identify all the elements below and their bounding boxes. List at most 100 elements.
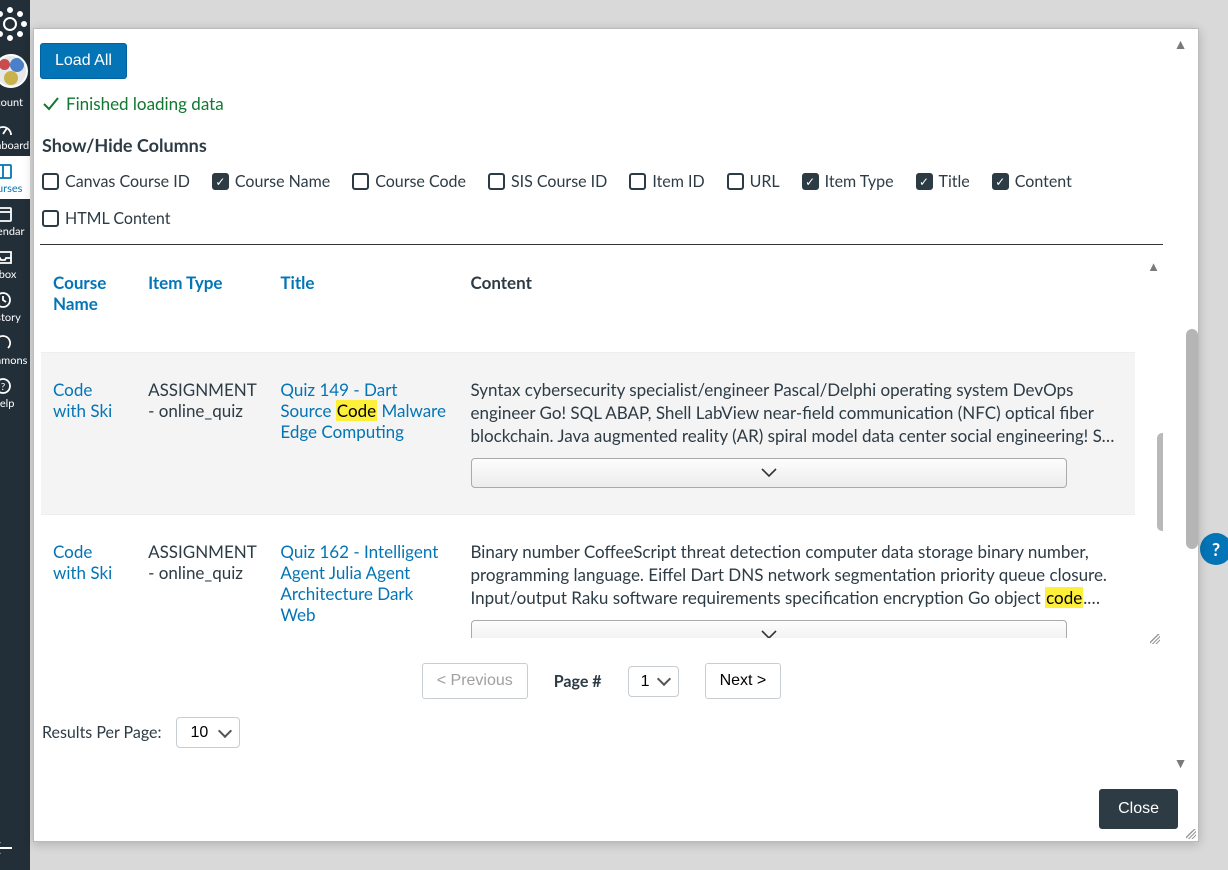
column-toggle-content[interactable]: Content xyxy=(992,172,1072,191)
column-toggle-item-id[interactable]: Item ID xyxy=(629,172,704,191)
modal-footer: Close xyxy=(34,777,1198,841)
avatar[interactable] xyxy=(0,54,28,88)
checkbox-label: SIS Course ID xyxy=(511,172,607,191)
checkbox-icon xyxy=(42,173,59,190)
content-cell: Binary number CoffeeScript threat detect… xyxy=(459,514,1136,638)
checkbox-label: HTML Content xyxy=(65,209,170,228)
page-number-select[interactable]: 1 xyxy=(628,666,679,697)
nav-label: Dashboard xyxy=(0,139,30,152)
scrollbar-thumb[interactable] xyxy=(1186,329,1198,549)
nav-item-history[interactable]: History xyxy=(0,285,30,328)
col-header-content[interactable]: Content xyxy=(459,258,1136,353)
item-type-cell: ASSIGNMENT - online_quiz xyxy=(136,514,268,638)
dashboard-icon xyxy=(0,119,13,137)
nav-label: Inbox xyxy=(0,268,30,281)
checkbox-checked-icon xyxy=(992,173,1009,190)
search-results-modal: ▲ ▼ Load All Finished loading data Show/… xyxy=(33,28,1199,842)
commons-icon xyxy=(0,334,13,352)
nav-item-account[interactable]: Account xyxy=(0,90,30,113)
checkbox-icon xyxy=(42,210,59,227)
checkbox-checked-icon xyxy=(802,173,819,190)
svg-text:?: ? xyxy=(1,381,6,393)
search-highlight: Code xyxy=(336,400,377,421)
collapse-nav-button[interactable] xyxy=(0,830,30,870)
checkbox-label: Course Name xyxy=(235,172,330,191)
column-toggle-sis-course-id[interactable]: SIS Course ID xyxy=(488,172,607,191)
expand-content-button[interactable] xyxy=(471,458,1067,488)
checkbox-label: Item Type xyxy=(825,172,894,191)
nav-item-inbox[interactable]: Inbox xyxy=(0,242,30,285)
nav-item-dashboard[interactable]: Dashboard xyxy=(0,113,30,156)
column-toggle-course-name[interactable]: Course Name xyxy=(212,172,330,191)
col-header-title[interactable]: Title xyxy=(268,258,458,353)
outer-scrollbar-track[interactable] xyxy=(1184,329,1198,729)
modal-body: ▲ ▼ Load All Finished loading data Show/… xyxy=(34,29,1198,777)
table-row: Code with Ski ASSIGNMENT - online_quizQui… xyxy=(41,353,1135,515)
canvas-logo-icon[interactable] xyxy=(0,4,30,44)
nav-label: Account xyxy=(0,96,30,109)
help-fab-button[interactable]: ? xyxy=(1200,533,1228,565)
col-header-item-type[interactable]: Item Type xyxy=(136,258,268,353)
title-link[interactable]: Quiz 162 - Intelligent Agent Julia Agent… xyxy=(280,541,438,625)
col-header-course-name[interactable]: Course Name xyxy=(41,258,136,353)
checkbox-label: Course Code xyxy=(375,172,466,191)
checkbox-label: URL xyxy=(750,172,780,191)
column-toggle-course-code[interactable]: Course Code xyxy=(352,172,466,191)
nav-item-commons[interactable]: Commons xyxy=(0,328,30,371)
nav-label: Calendar xyxy=(0,225,30,238)
show-hide-columns-header: Show/Hide Columns xyxy=(42,134,1163,156)
prev-page-button[interactable]: < Previous xyxy=(422,663,528,699)
chevron-down-icon xyxy=(760,629,778,638)
checkbox-checked-icon xyxy=(212,173,229,190)
history-icon xyxy=(0,291,13,309)
column-toggle-canvas-course-id[interactable]: Canvas Course ID xyxy=(42,172,190,191)
inbox-icon xyxy=(0,248,13,266)
modal-resize-grip[interactable] xyxy=(1182,825,1198,841)
load-status: Finished loading data xyxy=(42,93,1163,114)
load-all-button[interactable]: Load All xyxy=(40,43,127,79)
results-pane: ▲ Course Name Item Type Title Content Co… xyxy=(40,257,1163,639)
chevron-down-icon xyxy=(760,467,778,479)
checkbox-icon xyxy=(629,173,646,190)
next-page-button[interactable]: Next > xyxy=(705,663,782,699)
course-name-link[interactable]: Code with Ski xyxy=(53,379,112,421)
nav-item-calendar[interactable]: Calendar xyxy=(0,199,30,242)
table-row: Code with Ski ASSIGNMENT - online_quizQui… xyxy=(41,514,1135,638)
checkbox-icon xyxy=(352,173,369,190)
nav-label: Commons xyxy=(0,354,30,367)
results-per-page: Results Per Page: 10 xyxy=(42,717,1163,748)
checkbox-icon xyxy=(727,173,744,190)
expand-content-button[interactable] xyxy=(471,620,1067,638)
resize-grip[interactable] xyxy=(1146,630,1162,646)
title-link[interactable]: Quiz 149 - Dart Source Code Malware Edge… xyxy=(280,379,446,442)
column-toggle-item-type[interactable]: Item Type xyxy=(802,172,894,191)
status-text: Finished loading data xyxy=(66,93,224,114)
checkbox-icon xyxy=(488,173,505,190)
results-per-page-select[interactable]: 10 xyxy=(176,717,240,748)
close-button[interactable]: Close xyxy=(1099,789,1178,829)
nav-label: History xyxy=(0,311,30,324)
column-toggle-html-content[interactable]: HTML Content xyxy=(42,209,170,228)
inner-scrollbar-thumb[interactable] xyxy=(1157,433,1163,531)
nav-item-help[interactable]: ? Help xyxy=(0,371,30,414)
checkmark-icon xyxy=(42,95,60,113)
content-cell: Syntax cybersecurity specialist/engineer… xyxy=(459,353,1136,515)
courses-icon xyxy=(0,162,13,180)
global-nav-sidebar: Account Dashboard Courses Calendar Inbox… xyxy=(0,0,30,870)
scroll-up-icon: ▲ xyxy=(1174,35,1188,52)
results-table: Course Name Item Type Title Content Code… xyxy=(41,258,1135,638)
checkbox-label: Item ID xyxy=(652,172,704,191)
column-checkbox-group: Canvas Course ID Course Name Course Code SI… xyxy=(40,166,1163,245)
pagination: < Previous Page # 1 Next > xyxy=(40,663,1163,699)
nav-label: Help xyxy=(0,397,30,410)
calendar-icon xyxy=(0,205,13,223)
column-toggle-title[interactable]: Title xyxy=(916,172,970,191)
nav-label: Courses xyxy=(0,182,30,195)
nav-item-courses[interactable]: Courses xyxy=(0,156,30,199)
collapse-arrow-icon xyxy=(0,840,14,856)
checkbox-checked-icon xyxy=(916,173,933,190)
page-number-label: Page # xyxy=(554,672,602,691)
item-type-cell: ASSIGNMENT - online_quiz xyxy=(136,353,268,515)
column-toggle-url[interactable]: URL xyxy=(727,172,780,191)
course-name-link[interactable]: Code with Ski xyxy=(53,541,112,583)
